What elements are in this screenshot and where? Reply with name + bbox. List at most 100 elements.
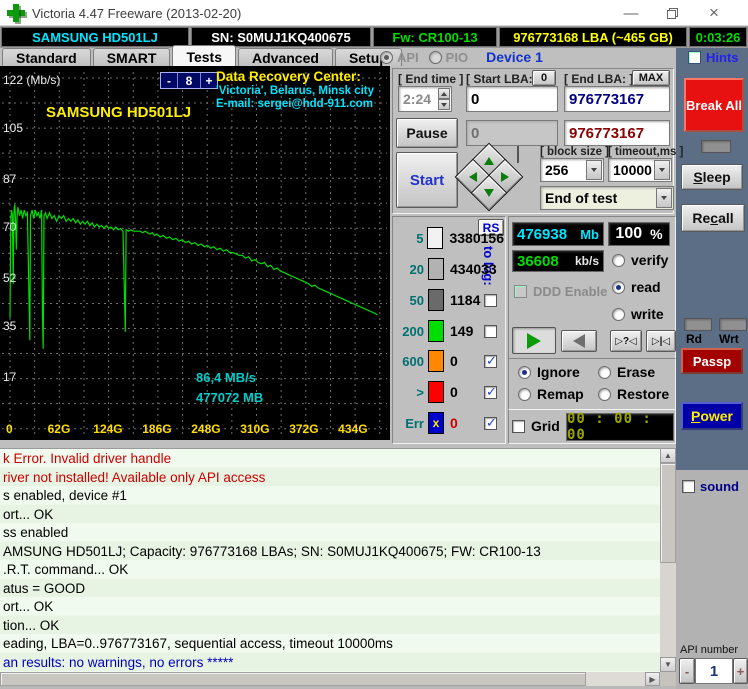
api-number-value[interactable]: 1: [695, 658, 733, 684]
start-lba-reset-button[interactable]: 0: [532, 70, 556, 86]
remap-radio[interactable]: [518, 387, 531, 401]
pause-button[interactable]: Pause: [396, 118, 458, 148]
log-err-checkbox[interactable]: [484, 415, 497, 431]
ddd-enable-checkbox[interactable]: [514, 285, 527, 298]
dropdown-arrow-icon[interactable]: [656, 188, 672, 208]
dropdown-arrow-icon[interactable]: [654, 160, 670, 180]
close-button[interactable]: ×: [697, 0, 731, 26]
ignore-radio[interactable]: [518, 365, 531, 379]
end-lba-input[interactable]: 976773167: [564, 86, 670, 112]
log-line: eading, LBA=0..976773167, sequential acc…: [3, 636, 393, 651]
mode-read-option[interactable]: read: [612, 279, 661, 295]
zoom-out-button[interactable]: -: [161, 73, 178, 88]
sleep-button[interactable]: Sleep: [681, 164, 743, 190]
api-number-label: API number: [680, 644, 739, 656]
play-icon: [527, 332, 541, 349]
banner: Data Recovery Center: 'Victoria', Belaru…: [216, 69, 374, 110]
defect-erase-option[interactable]: Erase: [598, 364, 655, 380]
grid-toggle[interactable]: Grid: [512, 418, 560, 434]
scroll-down-arrow[interactable]: ▼: [660, 657, 676, 672]
sound-checkbox[interactable]: [682, 480, 695, 493]
defect-restore-option[interactable]: Restore: [598, 386, 669, 402]
jump-to-end-button[interactable]: ▷|◁: [646, 330, 676, 352]
log-600ms-checkbox[interactable]: [484, 353, 497, 369]
tab-tests[interactable]: Tests: [172, 45, 237, 66]
log-area[interactable]: k Error. Invalid driver handle river not …: [0, 448, 660, 672]
drive-info-bar: SAMSUNG HD501LJ SN: S0MUJ1KQ400675 Fw: C…: [0, 26, 748, 48]
timeout-select[interactable]: 10000: [608, 158, 672, 182]
break-all-button[interactable]: Break All: [684, 78, 744, 132]
dropdown-arrow-icon[interactable]: [586, 160, 602, 180]
timeout-label: [ timeout,ms ]: [608, 146, 684, 158]
block-size-select[interactable]: 256: [540, 158, 604, 182]
password-button[interactable]: Passp: [681, 348, 743, 374]
hints-toggle[interactable]: Hints: [688, 50, 739, 65]
end-lba-max-button[interactable]: MAX: [632, 70, 670, 86]
log-50ms-checkbox[interactable]: [484, 293, 497, 307]
tab-smart[interactable]: SMART: [92, 48, 171, 66]
ddd-enable-toggle[interactable]: DDD Enable: [514, 284, 607, 299]
log-line: atus = GOOD: [3, 580, 86, 596]
recall-button[interactable]: Re c all: [681, 204, 745, 232]
left-arrow-icon: [469, 172, 477, 182]
log-line: tion... OK: [3, 617, 60, 633]
restore-button[interactable]: [655, 0, 689, 26]
sound-label: sound: [700, 479, 739, 494]
end-time-field[interactable]: 2:24: [398, 86, 452, 112]
spin-up-icon: [441, 91, 447, 96]
grid-checkbox[interactable]: [512, 419, 525, 433]
defect-remap-option[interactable]: Remap: [518, 386, 584, 402]
log-over-checkbox[interactable]: [484, 384, 497, 400]
read-radio[interactable]: [612, 280, 625, 294]
vertical-scroll-thumb[interactable]: [660, 463, 676, 563]
x-axis-tick: 124G: [93, 422, 123, 436]
x-axis-tick: 434G: [338, 422, 368, 436]
swatch-50ms: [428, 289, 444, 311]
x-axis-tick: 310G: [240, 422, 270, 436]
api-number-increment[interactable]: +: [733, 658, 748, 684]
legend-row-600: 600 0: [394, 349, 504, 373]
api-radio[interactable]: [380, 50, 393, 64]
start-button[interactable]: Start: [396, 152, 458, 208]
write-radio[interactable]: [612, 307, 625, 321]
legend-row-err: Err x 0: [394, 411, 504, 435]
power-button[interactable]: Power: [681, 402, 743, 430]
scroll-right-arrow[interactable]: ▶: [645, 672, 660, 686]
block-size-value: 256: [545, 162, 569, 178]
block-size-label: [ block size ]: [540, 146, 610, 158]
tab-standard[interactable]: Standard: [2, 48, 91, 66]
scroll-up-arrow[interactable]: ▲: [660, 448, 676, 463]
start-lba-input[interactable]: 0: [466, 86, 558, 112]
sound-toggle[interactable]: sound: [682, 479, 739, 494]
up-arrow-icon: [484, 157, 494, 165]
elapsed-timer: 0:03:26: [689, 27, 747, 47]
hints-checkbox[interactable]: [688, 51, 701, 64]
device-bar: API PIO Device 1: [380, 48, 676, 66]
verify-radio[interactable]: [612, 253, 625, 267]
play-forward-button[interactable]: [512, 327, 556, 354]
defect-ignore-option[interactable]: Ignore: [518, 364, 580, 380]
drive-firmware: Fw: CR100-13: [373, 27, 497, 47]
mode-verify-option[interactable]: verify: [612, 252, 668, 268]
end-time-spinner[interactable]: [438, 88, 450, 110]
api-number-decrement[interactable]: -: [679, 658, 695, 684]
log-200ms-checkbox[interactable]: [484, 324, 497, 338]
play-backward-button[interactable]: [561, 330, 597, 352]
swatch-20ms: [428, 258, 444, 280]
seek-option-checkbox[interactable]: [517, 146, 519, 163]
current-speed-annotation: 86,4 MB/s: [196, 370, 256, 385]
x-axis-tick: 0: [6, 422, 13, 436]
restore-radio[interactable]: [598, 387, 611, 401]
minimize-button[interactable]: —: [614, 0, 648, 26]
zoom-in-button[interactable]: +: [200, 73, 217, 88]
pio-radio[interactable]: [428, 50, 442, 64]
mode-write-option[interactable]: write: [612, 306, 664, 322]
tab-advanced[interactable]: Advanced: [238, 48, 333, 66]
x-axis-tick: 186G: [142, 422, 172, 436]
horizontal-scroll-thumb[interactable]: [0, 672, 586, 686]
down-arrow-icon: [484, 189, 494, 197]
erase-radio[interactable]: [598, 365, 611, 379]
end-action-select[interactable]: End of test: [540, 186, 674, 210]
end-time-value: 2:24: [403, 91, 432, 107]
scan-question-button[interactable]: ▷?◁: [610, 330, 642, 352]
